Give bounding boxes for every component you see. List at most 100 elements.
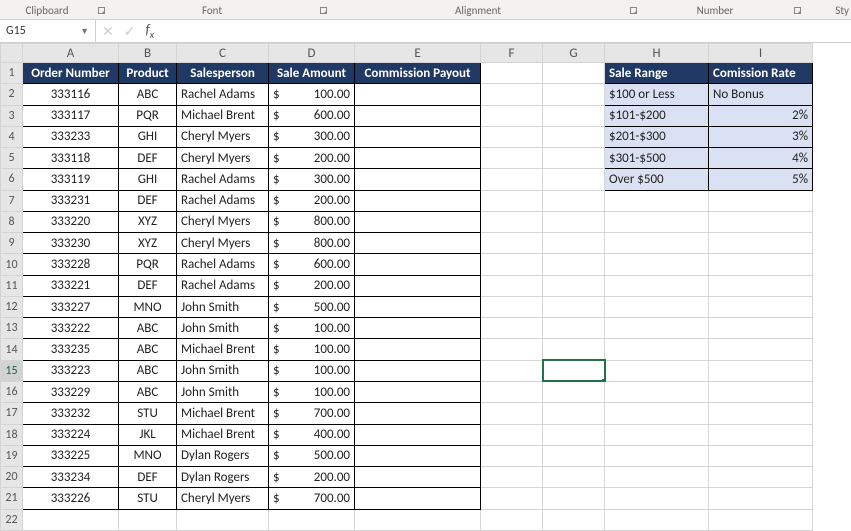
cell-product[interactable]: PQR [119,254,177,275]
cell[interactable] [481,403,543,424]
row-header[interactable]: 12 [1,296,23,317]
header-order[interactable]: Order Number [23,63,119,84]
cell-order[interactable]: 333227 [23,296,119,317]
cell[interactable] [119,509,177,530]
cell[interactable] [481,318,543,339]
cell-comm[interactable] [355,360,481,381]
row-header[interactable]: 8 [1,211,23,232]
cell[interactable] [543,360,605,381]
cell-sales[interactable]: Rachel Adams [177,169,269,190]
cell-amount[interactable]: $600.00 [269,254,355,275]
lookup-rate[interactable]: 5% [709,169,813,190]
cell-product[interactable]: MNO [119,445,177,466]
cell[interactable] [177,509,269,530]
cell[interactable] [481,445,543,466]
cell-comm[interactable] [355,467,481,488]
cell[interactable] [605,381,709,402]
cell[interactable] [481,190,543,211]
col-header-F[interactable]: F [481,44,543,63]
cell[interactable] [605,254,709,275]
cell[interactable] [605,339,709,360]
spreadsheet-grid[interactable]: A B C D E F G H I 1Order NumberProductSa… [0,43,813,531]
cell-order[interactable]: 333116 [23,84,119,105]
cell-order[interactable]: 333118 [23,148,119,169]
cell[interactable] [709,318,813,339]
cell[interactable] [481,254,543,275]
lookup-range[interactable]: $201-$300 [605,126,709,147]
cell[interactable] [543,381,605,402]
lookup-rate[interactable]: 3% [709,126,813,147]
cell-order[interactable]: 333234 [23,467,119,488]
lookup-rate[interactable]: 2% [709,105,813,126]
row-header[interactable]: 7 [1,190,23,211]
cell-comm[interactable] [355,488,481,509]
cell-product[interactable]: ABC [119,360,177,381]
cell-comm[interactable] [355,148,481,169]
cell-product[interactable]: GHI [119,169,177,190]
cell-amount[interactable]: $200.00 [269,467,355,488]
select-all-corner[interactable] [1,44,23,63]
cell-sales[interactable]: Dylan Rogers [177,445,269,466]
cell-order[interactable]: 333231 [23,190,119,211]
cell[interactable] [709,424,813,445]
dialog-launcher-icon[interactable] [626,4,640,17]
cell[interactable] [481,211,543,232]
cell-amount[interactable]: $800.00 [269,233,355,254]
cell[interactable] [543,84,605,105]
cell[interactable] [23,509,119,530]
cell-amount[interactable]: $500.00 [269,296,355,317]
cell[interactable] [709,190,813,211]
cell-comm[interactable] [355,296,481,317]
cell-sales[interactable]: Michael Brent [177,105,269,126]
cell[interactable] [481,148,543,169]
cell[interactable] [709,467,813,488]
row-header[interactable]: 18 [1,424,23,445]
cell[interactable] [605,211,709,232]
row-header[interactable]: 21 [1,488,23,509]
row-header[interactable]: 6 [1,169,23,190]
lookup-range[interactable]: $100 or Less [605,84,709,105]
cell[interactable] [709,233,813,254]
cell-order[interactable]: 333119 [23,169,119,190]
cell-product[interactable]: JKL [119,424,177,445]
cell[interactable] [605,488,709,509]
cell[interactable] [605,275,709,296]
lookup-rate[interactable]: No Bonus [709,84,813,105]
cell-order[interactable]: 333220 [23,211,119,232]
cell-amount[interactable]: $700.00 [269,403,355,424]
cell[interactable] [605,467,709,488]
cell[interactable] [481,126,543,147]
cell-product[interactable]: DEF [119,467,177,488]
dialog-launcher-icon[interactable] [790,4,804,17]
cell[interactable] [543,254,605,275]
cell-product[interactable]: STU [119,488,177,509]
cell[interactable] [605,403,709,424]
cell-sales[interactable]: Cheryl Myers [177,148,269,169]
cell[interactable] [605,509,709,530]
cell-comm[interactable] [355,190,481,211]
row-header[interactable]: 2 [1,84,23,105]
col-header-A[interactable]: A [23,44,119,63]
cell-amount[interactable]: $700.00 [269,488,355,509]
cell-product[interactable]: MNO [119,296,177,317]
cell[interactable] [481,169,543,190]
cell[interactable] [543,488,605,509]
cell-amount[interactable]: $200.00 [269,275,355,296]
cell-comm[interactable] [355,403,481,424]
cell-comm[interactable] [355,318,481,339]
cell-comm[interactable] [355,169,481,190]
cell-sales[interactable]: Rachel Adams [177,190,269,211]
cell[interactable] [543,467,605,488]
cell-amount[interactable]: $600.00 [269,105,355,126]
cell-order[interactable]: 333222 [23,318,119,339]
cell[interactable] [709,403,813,424]
cell[interactable] [605,190,709,211]
cell-amount[interactable]: $200.00 [269,148,355,169]
cell[interactable] [481,296,543,317]
cell-product[interactable]: PQR [119,105,177,126]
cell[interactable] [543,509,605,530]
cell-comm[interactable] [355,445,481,466]
cell-order[interactable]: 333117 [23,105,119,126]
cell-amount[interactable]: $200.00 [269,190,355,211]
cell-comm[interactable] [355,84,481,105]
